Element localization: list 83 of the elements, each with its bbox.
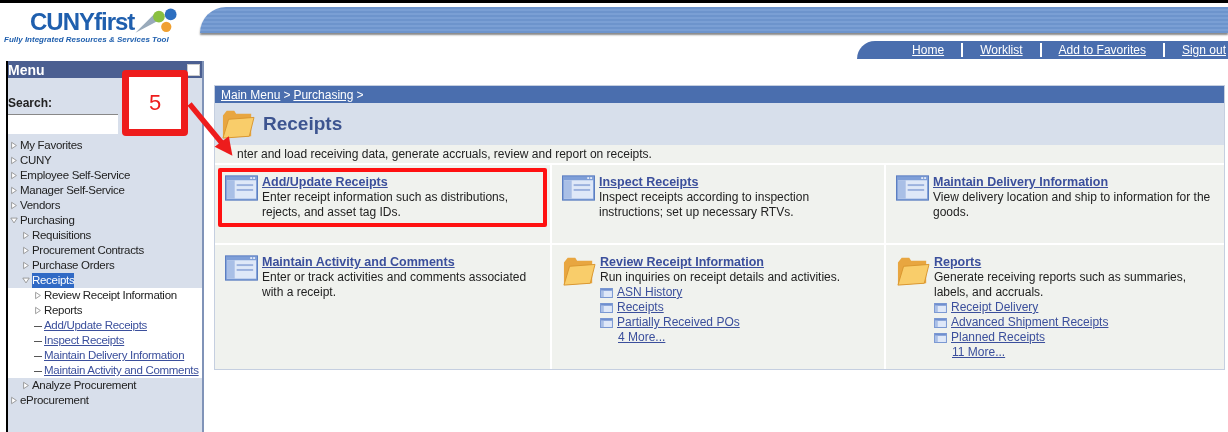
collapsed-arrow-icon[interactable] [10, 171, 18, 180]
breadcrumb-separator: > [283, 87, 291, 102]
collapsed-arrow-icon[interactable] [22, 381, 30, 390]
card-sub-link[interactable]: Receipt Delivery [951, 300, 1039, 315]
menu-item[interactable]: Manager Self-Service [20, 183, 125, 198]
nav-link[interactable]: Sign out [1164, 43, 1226, 57]
card-title-link[interactable]: Reports [934, 255, 982, 269]
page-icon [600, 317, 613, 328]
card-title-link[interactable]: Review Receipt Information [600, 255, 764, 269]
menu-item[interactable]: My Favorites [20, 138, 83, 153]
expanded-arrow-icon[interactable] [10, 216, 18, 225]
page-icon [934, 332, 947, 343]
menu-item[interactable]: Review Receipt Information [44, 288, 177, 303]
card-description: Run inquiries on receipt details and activities. [600, 270, 841, 285]
menu-item[interactable]: CUNY [20, 153, 52, 168]
search-label: Search: [8, 96, 53, 110]
card-sub-link[interactable]: Planned Receipts [951, 330, 1046, 345]
collapsed-arrow-icon[interactable] [22, 261, 30, 270]
page-icon [600, 287, 613, 298]
card-sub-link[interactable]: Advanced Shipment Receipts [951, 315, 1109, 330]
collapsed-arrow-icon[interactable] [10, 141, 18, 150]
card-description: View delivery location and ship to information for the goods. [933, 190, 1212, 220]
card-description: Generate receiving reports such as summaries, labels, and accruals. [934, 270, 1188, 300]
collapsed-arrow-icon[interactable] [34, 306, 42, 315]
page-icon [896, 175, 929, 201]
card-description: Enter receipt information such as distributions, rejects, and asset tag IDs. [262, 190, 510, 220]
collapsed-arrow-icon[interactable] [10, 186, 18, 195]
folder-icon [221, 108, 255, 140]
nav-link[interactable]: Add to Favorites [1041, 43, 1163, 57]
logo-tagline: Fully Integrated Resources & Services Tool [4, 35, 170, 44]
page-icon [934, 302, 947, 313]
menu-link[interactable]: Inspect Receipts [44, 333, 125, 348]
menu-item[interactable]: Purchase Orders [32, 258, 115, 273]
collapsed-arrow-icon[interactable] [22, 231, 30, 240]
collapse-icon[interactable] [187, 63, 200, 76]
card-sub-link[interactable]: ASN History [617, 285, 683, 300]
search-field[interactable] [8, 114, 118, 134]
nav-link[interactable]: Worklist [963, 43, 1040, 57]
collapsed-arrow-icon[interactable] [10, 396, 18, 405]
menu-item[interactable]: eProcurement [20, 393, 89, 408]
menu-item[interactable]: Purchasing [20, 213, 75, 228]
menu-item[interactable]: Vendors [20, 198, 61, 213]
step-callout: 5 [122, 70, 188, 136]
page-icon [562, 175, 595, 201]
page-icon [934, 317, 947, 328]
breadcrumb-separator: > [356, 87, 364, 102]
page-icon [225, 255, 258, 281]
card-title-link[interactable]: Inspect Receipts [599, 175, 699, 189]
page-title: Receipts [263, 113, 343, 135]
logo[interactable]: CUNYfirst Fully Integrated Resources & Services Tool [0, 3, 200, 61]
card-title-link[interactable]: Maintain Activity and Comments [262, 255, 455, 269]
nav-link[interactable]: Home [895, 43, 962, 57]
menu-item[interactable]: Analyze Procurement [32, 378, 137, 393]
collapsed-arrow-icon[interactable] [34, 291, 42, 300]
expanded-arrow-icon[interactable] [22, 276, 30, 285]
collapsed-arrow-icon[interactable] [22, 246, 30, 255]
card-sub-link[interactable]: Partially Received POs [617, 315, 740, 330]
card-description: Inspect receipts according to inspection instructions; set up necessary RTVs. [599, 190, 811, 220]
page-icon [225, 175, 258, 201]
menu-item[interactable]: Reports [44, 303, 83, 318]
more-link[interactable]: 4 More... [618, 330, 666, 345]
card-description: Enter or track activities and comments associated with a receipt. [262, 270, 528, 300]
menu-title: Menu [8, 61, 45, 78]
card-title-link[interactable]: Maintain Delivery Information [933, 175, 1109, 189]
card-sub-link[interactable]: Receipts [617, 300, 664, 315]
breadcrumb-link[interactable]: Purchasing [293, 87, 354, 102]
page-description: nter and load receiving data, generate accruals, review and report on receipts. [215, 145, 1224, 165]
menu-item[interactable]: Procurement Contracts [32, 243, 144, 258]
card-title-link[interactable]: Add/Update Receipts [262, 175, 388, 189]
breadcrumb-link[interactable]: Main Menu [221, 87, 281, 102]
more-link[interactable]: 11 More... [952, 345, 1006, 360]
menu-link[interactable]: Maintain Delivery Information [44, 348, 185, 363]
menu-link[interactable]: Add/Update Receipts [44, 318, 147, 333]
folder-icon [562, 255, 596, 287]
menu-link[interactable]: Maintain Activity and Comments [44, 363, 199, 378]
menu-item[interactable]: Employee Self-Service [20, 168, 131, 183]
spheres-icon [134, 7, 179, 35]
logo-text: CUNYfirst [30, 9, 135, 35]
page-icon [600, 302, 613, 313]
menu-item[interactable]: Requisitions [32, 228, 92, 243]
folder-icon [896, 255, 930, 287]
collapsed-arrow-icon[interactable] [10, 201, 18, 210]
collapsed-arrow-icon[interactable] [10, 156, 18, 165]
